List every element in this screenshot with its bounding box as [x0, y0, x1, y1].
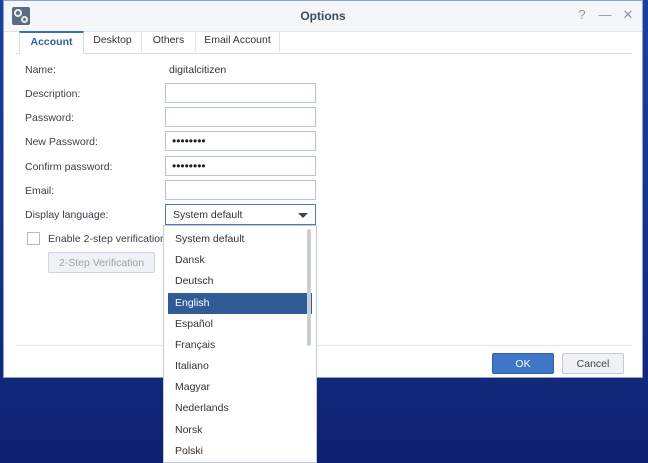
- language-option[interactable]: System default: [168, 229, 312, 250]
- chevron-down-icon: [298, 213, 308, 218]
- language-option[interactable]: Polski: [168, 441, 312, 462]
- tab-others[interactable]: Others: [142, 31, 196, 52]
- language-option[interactable]: Dansk: [168, 250, 312, 271]
- name-value: digitalcitizen: [169, 64, 227, 76]
- password-input[interactable]: [165, 107, 316, 127]
- display-language-label: Display language:: [25, 209, 109, 221]
- display-language-select[interactable]: System default: [165, 204, 316, 225]
- dropdown-scrollbar[interactable]: [307, 229, 311, 346]
- email-label: Email:: [25, 185, 55, 197]
- email-input[interactable]: [165, 180, 316, 200]
- language-dropdown-list: System default Dansk Deutsch English Esp…: [163, 225, 317, 463]
- language-option[interactable]: Norsk: [168, 420, 312, 441]
- two-step-label: Enable 2-step verification: [48, 233, 166, 245]
- tab-bar: Account Desktop Others Email Account: [16, 31, 632, 54]
- new-password-input[interactable]: [165, 131, 316, 151]
- help-icon[interactable]: ?: [575, 8, 589, 22]
- title-bar[interactable]: Options ? — ✕: [4, 1, 642, 32]
- new-password-label: New Password:: [25, 136, 98, 148]
- ok-button[interactable]: OK: [492, 353, 554, 374]
- password-label: Password:: [25, 112, 75, 124]
- display-language-value: System default: [173, 209, 243, 221]
- confirm-password-input[interactable]: [165, 156, 316, 176]
- description-input[interactable]: [165, 83, 316, 103]
- description-label: Description:: [25, 88, 81, 100]
- language-option[interactable]: Magyar: [168, 377, 312, 398]
- window-title: Options: [300, 9, 346, 23]
- language-option[interactable]: Deutsch: [168, 271, 312, 292]
- language-option-selected[interactable]: English: [168, 293, 312, 314]
- two-step-verification-button[interactable]: 2-Step Verification: [48, 252, 155, 273]
- language-option[interactable]: Italiano: [168, 356, 312, 377]
- confirm-password-label: Confirm password:: [25, 161, 113, 173]
- language-option[interactable]: Nederlands: [168, 398, 312, 419]
- close-icon[interactable]: ✕: [621, 8, 635, 22]
- cancel-button[interactable]: Cancel: [562, 353, 624, 374]
- tab-email-account[interactable]: Email Account: [196, 31, 280, 52]
- tab-account[interactable]: Account: [19, 31, 84, 54]
- tab-desktop[interactable]: Desktop: [84, 31, 142, 52]
- minimize-icon[interactable]: —: [598, 8, 612, 22]
- options-dialog: Options ? — ✕ Account Desktop Others Ema…: [3, 0, 643, 378]
- language-option[interactable]: Français: [168, 335, 312, 356]
- footer-divider: [16, 345, 632, 346]
- name-label: Name:: [25, 64, 56, 76]
- language-option[interactable]: Español: [168, 314, 312, 335]
- two-step-checkbox[interactable]: [27, 232, 40, 245]
